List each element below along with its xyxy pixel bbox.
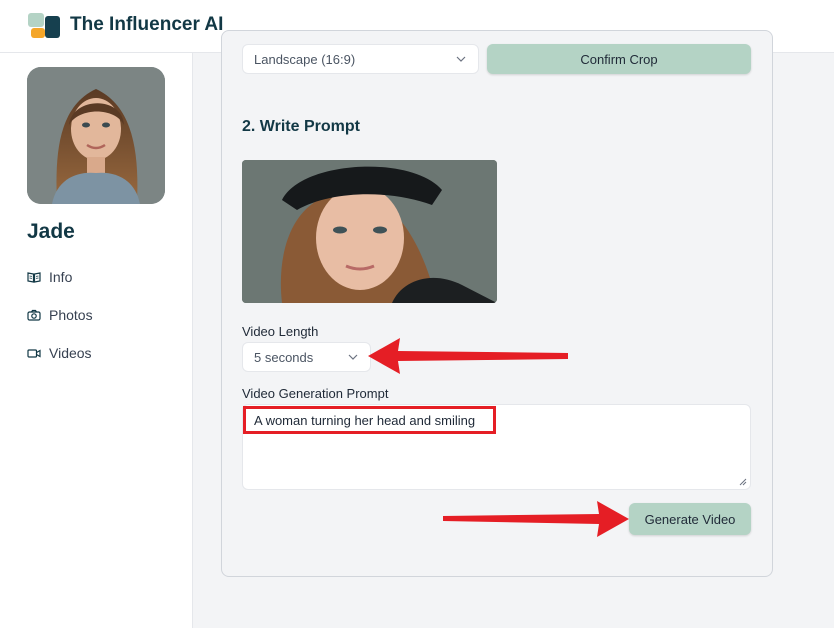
sidebar-item-label: Videos [49, 345, 92, 361]
aspect-ratio-select[interactable]: Landscape (16:9) [242, 44, 479, 74]
resize-handle-icon[interactable] [739, 478, 747, 486]
annotation-arrow-video-length [368, 338, 568, 374]
cropped-image-preview [242, 160, 497, 303]
sidebar: Jade Info Photos Videos [0, 53, 193, 628]
app-title: The Influencer AI [70, 14, 224, 35]
app-logo [28, 10, 62, 40]
video-camera-icon [27, 349, 41, 358]
video-length-label: Video Length [242, 324, 319, 339]
confirm-crop-button[interactable]: Confirm Crop [487, 44, 751, 74]
annotation-highlight-box [243, 406, 496, 434]
sidebar-item-info[interactable]: Info [27, 266, 72, 288]
generate-video-label: Generate Video [644, 511, 736, 527]
sidebar-item-photos[interactable]: Photos [27, 304, 93, 326]
chevron-down-icon [348, 354, 358, 360]
book-open-icon [27, 272, 41, 283]
profile-name: Jade [27, 220, 75, 243]
confirm-crop-label: Confirm Crop [580, 51, 658, 67]
prompt-label: Video Generation Prompt [242, 386, 389, 401]
aspect-ratio-value: Landscape (16:9) [254, 51, 356, 67]
generate-video-card [221, 30, 773, 577]
sidebar-item-label: Info [49, 269, 73, 285]
video-length-value: 5 seconds [254, 349, 314, 365]
sidebar-item-label: Photos [49, 307, 93, 323]
annotation-arrow-generate [443, 501, 629, 537]
chevron-down-icon [456, 56, 466, 62]
generate-video-button[interactable]: Generate Video [629, 503, 751, 535]
sidebar-item-videos[interactable]: Videos [27, 342, 92, 364]
video-length-select[interactable]: 5 seconds [242, 342, 371, 372]
avatar [27, 67, 165, 204]
section-title: 2. Write Prompt [242, 118, 360, 135]
camera-icon [27, 309, 41, 321]
